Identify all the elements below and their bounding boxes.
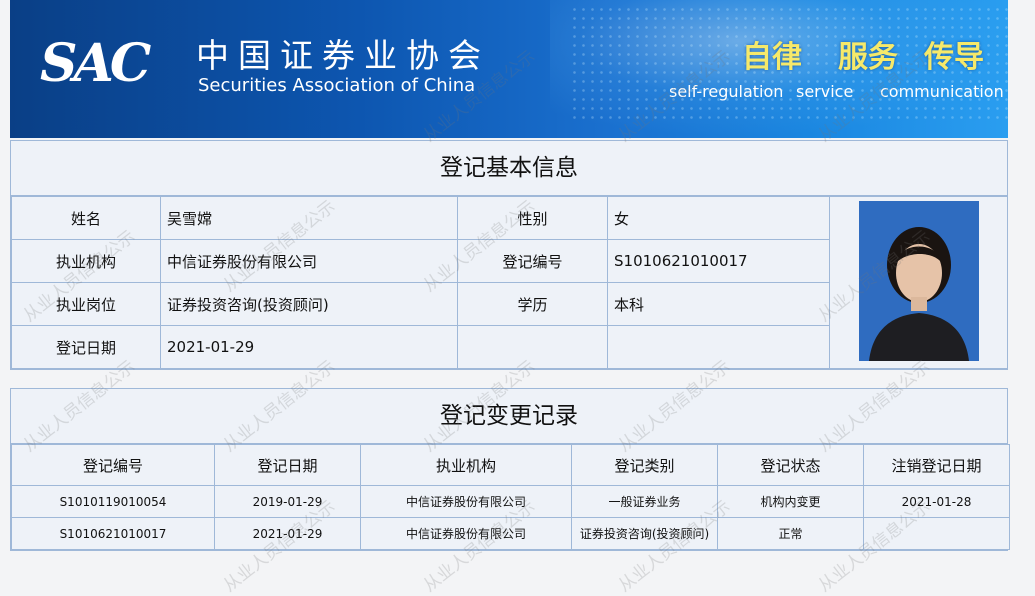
basic-info-table: 姓名 吴雪嫦 性别 女 执业机构 中信证券股份有限公司 登记编号 S101062… — [11, 196, 1008, 369]
table-cell: 2019-01-29 — [214, 485, 361, 518]
table-cell — [863, 517, 1010, 550]
column-header: 登记日期 — [214, 444, 361, 486]
slogan-communication-cn: 传导 — [924, 40, 984, 75]
reg-date-value: 2021-01-29 — [160, 325, 458, 369]
position-label: 执业岗位 — [11, 282, 161, 326]
slogan-communication-en: communication — [880, 82, 1004, 101]
reg-date-label: 登记日期 — [11, 325, 161, 369]
column-header: 登记类别 — [571, 444, 718, 486]
basic-info-title: 登记基本信息 — [11, 141, 1007, 196]
table-cell: 2021-01-29 — [214, 517, 361, 550]
empty-cell — [457, 325, 608, 369]
change-records-panel: 登记变更记录 登记编号 登记日期 执业机构 登记类别 登记状态 注销登记日期 S… — [10, 388, 1010, 551]
table-cell: S1010119010054 — [11, 485, 215, 518]
table-cell: 一般证券业务 — [571, 485, 718, 518]
table-cell: 证券投资咨询(投资顾问) — [571, 517, 718, 550]
table-cell: S1010621010017 — [11, 517, 215, 550]
name-value: 吴雪嫦 — [160, 196, 458, 240]
slogan-self-regulation-en: self-regulation — [669, 82, 784, 101]
table-cell: 中信证券股份有限公司 — [360, 517, 572, 550]
profile-photo — [858, 200, 979, 361]
org-name-en: Securities Association of China — [198, 75, 476, 96]
info-row: 姓名 吴雪嫦 性别 女 — [11, 196, 1008, 369]
column-header: 注销登记日期 — [863, 444, 1010, 486]
education-label: 学历 — [457, 282, 608, 326]
org-name-cn: 中国证券业协会 — [196, 36, 490, 75]
table-cell: 2021-01-28 — [863, 485, 1010, 518]
slogan-self-regulation-cn: 自律 — [742, 40, 802, 75]
header-banner: SAC 中国证券业协会 Securities Association of Ch… — [10, 0, 1008, 138]
change-records-title: 登记变更记录 — [11, 389, 1007, 444]
reg-no-label: 登记编号 — [457, 239, 608, 283]
table-header-row: 登记编号 登记日期 执业机构 登记类别 登记状态 注销登记日期 — [11, 444, 1010, 486]
org-value: 中信证券股份有限公司 — [160, 239, 458, 283]
slogan-service-cn: 服务 — [838, 40, 898, 75]
sac-logo: SAC — [40, 33, 151, 94]
profile-photo-image — [858, 200, 979, 361]
education-value: 本科 — [607, 282, 830, 326]
gender-label: 性别 — [457, 196, 608, 240]
table-row: S1010119010054 2019-01-29 中信证券股份有限公司 一般证… — [11, 485, 1010, 518]
table-row: S1010621010017 2021-01-29 中信证券股份有限公司 证券投… — [11, 517, 1010, 550]
slogan-service-en: service — [796, 82, 854, 101]
column-header: 登记状态 — [717, 444, 864, 486]
gender-value: 女 — [607, 196, 830, 240]
name-label: 姓名 — [11, 196, 161, 240]
basic-info-panel: 登记基本信息 姓名 吴雪嫦 性别 女 执业机构 中信证券股份有限公司 登记编号 … — [10, 140, 1008, 370]
position-value: 证券投资咨询(投资顾问) — [160, 282, 458, 326]
table-cell: 机构内变更 — [717, 485, 864, 518]
org-label: 执业机构 — [11, 239, 161, 283]
photo-cell — [829, 196, 1008, 369]
column-header: 执业机构 — [360, 444, 572, 486]
column-header: 登记编号 — [11, 444, 215, 486]
reg-no-value: S1010621010017 — [607, 239, 830, 283]
table-cell: 正常 — [717, 517, 864, 550]
table-cell: 中信证券股份有限公司 — [360, 485, 572, 518]
empty-cell — [607, 325, 830, 369]
change-records-table: 登记编号 登记日期 执业机构 登记类别 登记状态 注销登记日期 S1010119… — [11, 444, 1010, 550]
